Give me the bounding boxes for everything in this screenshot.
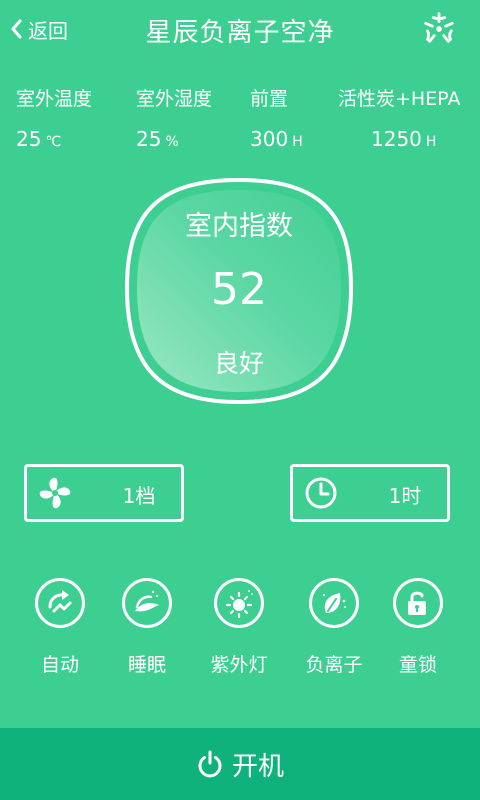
mode-auto-button[interactable]: 自动 <box>20 578 100 677</box>
stat-value: 300 <box>250 127 289 151</box>
mode-circle <box>122 578 172 628</box>
sleep-icon <box>135 590 159 612</box>
stat-unit: ℃ <box>45 134 62 150</box>
gauge-status: 良好 <box>213 349 264 378</box>
stat-unit: % <box>165 134 179 150</box>
gauge-label: 室内指数 <box>185 211 293 242</box>
stat-value-row: 300 H <box>250 127 303 151</box>
stat-carbon-hepa-filter: 活性炭+HEPA 1250 H <box>338 84 460 151</box>
auto-icon <box>48 590 72 613</box>
mode-label: 自动 <box>40 654 79 676</box>
fan-speed-label: 1档 <box>122 484 156 508</box>
mode-circle <box>393 578 443 628</box>
stats-panel: 室外温度 25 ℃ 室外湿度 25% 前置 300 H 活性炭+HEPA 1250 H <box>0 84 480 154</box>
page-title: 星辰负离子空净 <box>145 18 335 48</box>
stat-value-row: 25 ℃ <box>16 127 92 151</box>
stat-outdoor-humidity: 室外湿度 25% <box>136 84 212 151</box>
timer-label: 1时 <box>388 484 422 508</box>
mode-circle <box>214 578 264 628</box>
gauge-value: 52 <box>211 264 267 315</box>
power-label: 开机 <box>231 751 284 782</box>
stat-label: 室外温度 <box>16 88 93 110</box>
fan-speed-button[interactable]: 1档 <box>24 464 184 522</box>
mode-child-lock-button[interactable]: 童锁 <box>378 578 458 677</box>
timer-button[interactable]: 1时 <box>290 464 450 522</box>
stat-value: 1250 <box>371 127 422 151</box>
mode-circle <box>309 578 359 628</box>
mode-bar: 自动 睡眠 紫外灯 负离子 童锁 <box>0 578 480 678</box>
stat-value: 25 <box>136 127 162 151</box>
stat-label: 前置 <box>250 88 289 110</box>
stat-label: 室外湿度 <box>136 88 213 110</box>
mode-anion-button[interactable]: 负离子 <box>294 578 374 677</box>
mode-label: 紫外灯 <box>210 654 268 676</box>
uv-light-icon <box>225 590 253 619</box>
stat-pre-filter: 前置 300 H <box>250 84 303 151</box>
stat-label: 活性炭+HEPA <box>338 88 461 110</box>
stat-value-row: 25% <box>136 127 212 151</box>
mode-sleep-button[interactable]: 睡眠 <box>107 578 187 677</box>
mode-uv-light-button[interactable]: 紫外灯 <box>199 578 279 677</box>
stat-unit: H <box>425 134 437 150</box>
power-icon <box>198 750 222 778</box>
gauge-content: 室内指数 52 良好 <box>123 176 355 406</box>
mode-label: 童锁 <box>398 654 437 676</box>
fan-icon <box>39 477 71 509</box>
stat-unit: H <box>292 134 303 150</box>
header-bar: 返回 星辰负离子空净 <box>0 0 480 60</box>
anion-icon <box>322 593 346 613</box>
mode-label: 睡眠 <box>127 654 166 676</box>
clock-icon <box>305 477 337 509</box>
mode-label: 负离子 <box>305 654 363 676</box>
stat-value: 25 <box>16 127 42 151</box>
stat-value-row: 1250 H <box>338 127 460 151</box>
stat-outdoor-temperature: 室外温度 25 ℃ <box>16 84 92 151</box>
power-button[interactable]: 开机 <box>0 728 480 800</box>
star-burst-logo-icon <box>424 12 454 43</box>
mode-circle <box>35 578 85 628</box>
child-lock-icon <box>408 591 426 615</box>
